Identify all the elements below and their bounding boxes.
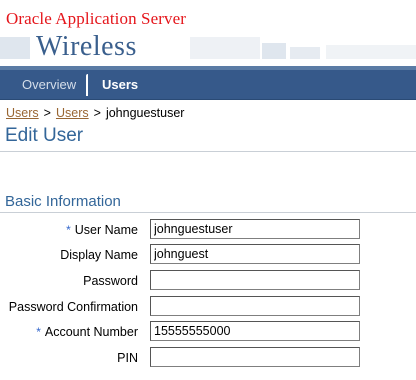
tab-overview[interactable]: Overview	[14, 70, 84, 99]
form-row-password: Password	[0, 270, 416, 294]
breadcrumb-separator: >	[43, 106, 51, 120]
user-name-label: * User Name	[66, 223, 138, 237]
breadcrumb-current: johnguestuser	[105, 106, 185, 120]
banner-decoration	[190, 37, 260, 59]
banner-decoration	[0, 37, 30, 59]
tab-users[interactable]: Users	[94, 70, 146, 99]
page-title: Edit User	[5, 125, 84, 146]
title-divider	[0, 151, 416, 152]
form-row-pin: PIN	[0, 347, 416, 371]
pin-label: PIN	[117, 351, 138, 365]
form-row-account-number: * Account Number	[0, 321, 416, 345]
section-title: Basic Information	[5, 193, 121, 210]
password-field[interactable]	[150, 270, 360, 290]
tab-divider	[86, 74, 88, 96]
form-row-password-confirmation: Password Confirmation	[0, 296, 416, 320]
breadcrumb: Users > Users > johnguestuser	[6, 106, 184, 120]
password-label: Password	[83, 274, 138, 288]
account-number-label: * Account Number	[36, 325, 138, 339]
breadcrumb-link-users[interactable]: Users	[6, 106, 39, 120]
breadcrumb-link-users[interactable]: Users	[56, 106, 89, 120]
product-name: Wireless	[36, 31, 137, 62]
section-divider	[0, 212, 416, 213]
display-name-field[interactable]	[150, 244, 360, 264]
branding-header: Oracle Application Server Wireless	[0, 0, 416, 66]
required-icon: *	[36, 325, 41, 339]
form-row-user-name: * User Name	[0, 219, 416, 243]
product-banner: Wireless	[0, 31, 416, 65]
pin-field[interactable]	[150, 347, 360, 367]
banner-decoration	[262, 43, 286, 59]
form-row-display-name: Display Name	[0, 244, 416, 268]
banner-decoration	[326, 45, 416, 59]
password-confirmation-field[interactable]	[150, 296, 360, 316]
display-name-label: Display Name	[60, 248, 138, 262]
password-confirmation-label: Password Confirmation	[8, 300, 138, 314]
account-number-field[interactable]	[150, 321, 360, 341]
user-name-field[interactable]	[150, 219, 360, 239]
required-icon: *	[66, 223, 71, 237]
company-name: Oracle Application Server	[6, 9, 186, 28]
banner-decoration	[290, 47, 320, 59]
breadcrumb-separator: >	[93, 106, 101, 120]
